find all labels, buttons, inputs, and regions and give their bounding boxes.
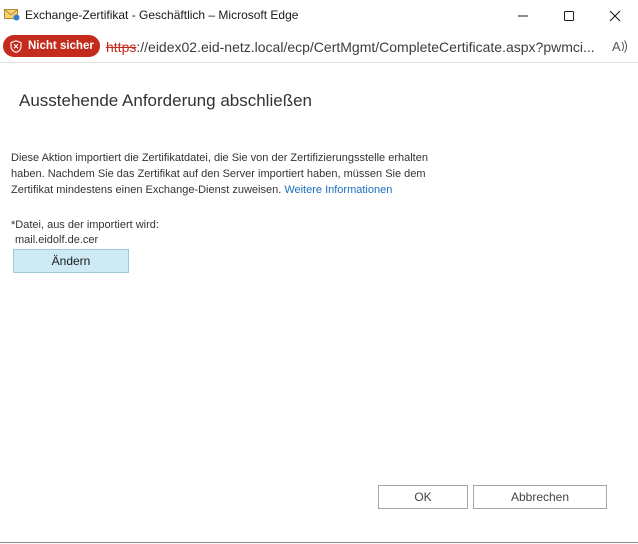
close-window-button[interactable]: [592, 0, 638, 31]
security-indicator[interactable]: Nicht sicher: [3, 35, 100, 57]
file-field-value: mail.eidolf.de.cer: [15, 234, 99, 246]
url-text: ://eidex02.eid-netz.local/ecp/CertMgmt/C…: [136, 39, 595, 55]
maximize-icon: [564, 10, 574, 21]
svg-text:A: A: [612, 39, 621, 54]
security-label: Nicht sicher: [28, 40, 94, 52]
window-title: Exchange-Zertifikat - Geschäftlich – Mic…: [25, 8, 299, 22]
window-bottom-border: [0, 542, 638, 543]
cancel-button[interactable]: Abbrechen: [473, 485, 607, 509]
url-field[interactable]: https://eidex02.eid-netz.local/ecp/CertM…: [106, 39, 602, 55]
minimize-icon: [518, 15, 528, 16]
envelope-certificate-icon: [4, 7, 20, 21]
ok-button[interactable]: OK: [378, 485, 468, 509]
maximize-button[interactable]: [546, 0, 592, 31]
page-heading: Ausstehende Anforderung abschließen: [19, 91, 312, 110]
shield-warning-icon: [10, 39, 22, 53]
file-field-label: *Datei, aus der importiert wird:: [11, 219, 159, 231]
description-text: Diese Aktion importiert die Zertifikatda…: [11, 150, 451, 198]
read-aloud-icon[interactable]: A: [611, 38, 629, 55]
window-titlebar: Exchange-Zertifikat - Geschäftlich – Mic…: [0, 0, 638, 31]
close-icon: [609, 10, 621, 21]
address-bar: Nicht sicher https://eidex02.eid-netz.lo…: [0, 31, 638, 63]
more-info-link[interactable]: Weitere Informationen: [284, 184, 392, 196]
url-scheme: https: [106, 39, 137, 55]
change-file-button[interactable]: Ändern: [13, 249, 129, 273]
minimize-button[interactable]: [500, 0, 546, 31]
